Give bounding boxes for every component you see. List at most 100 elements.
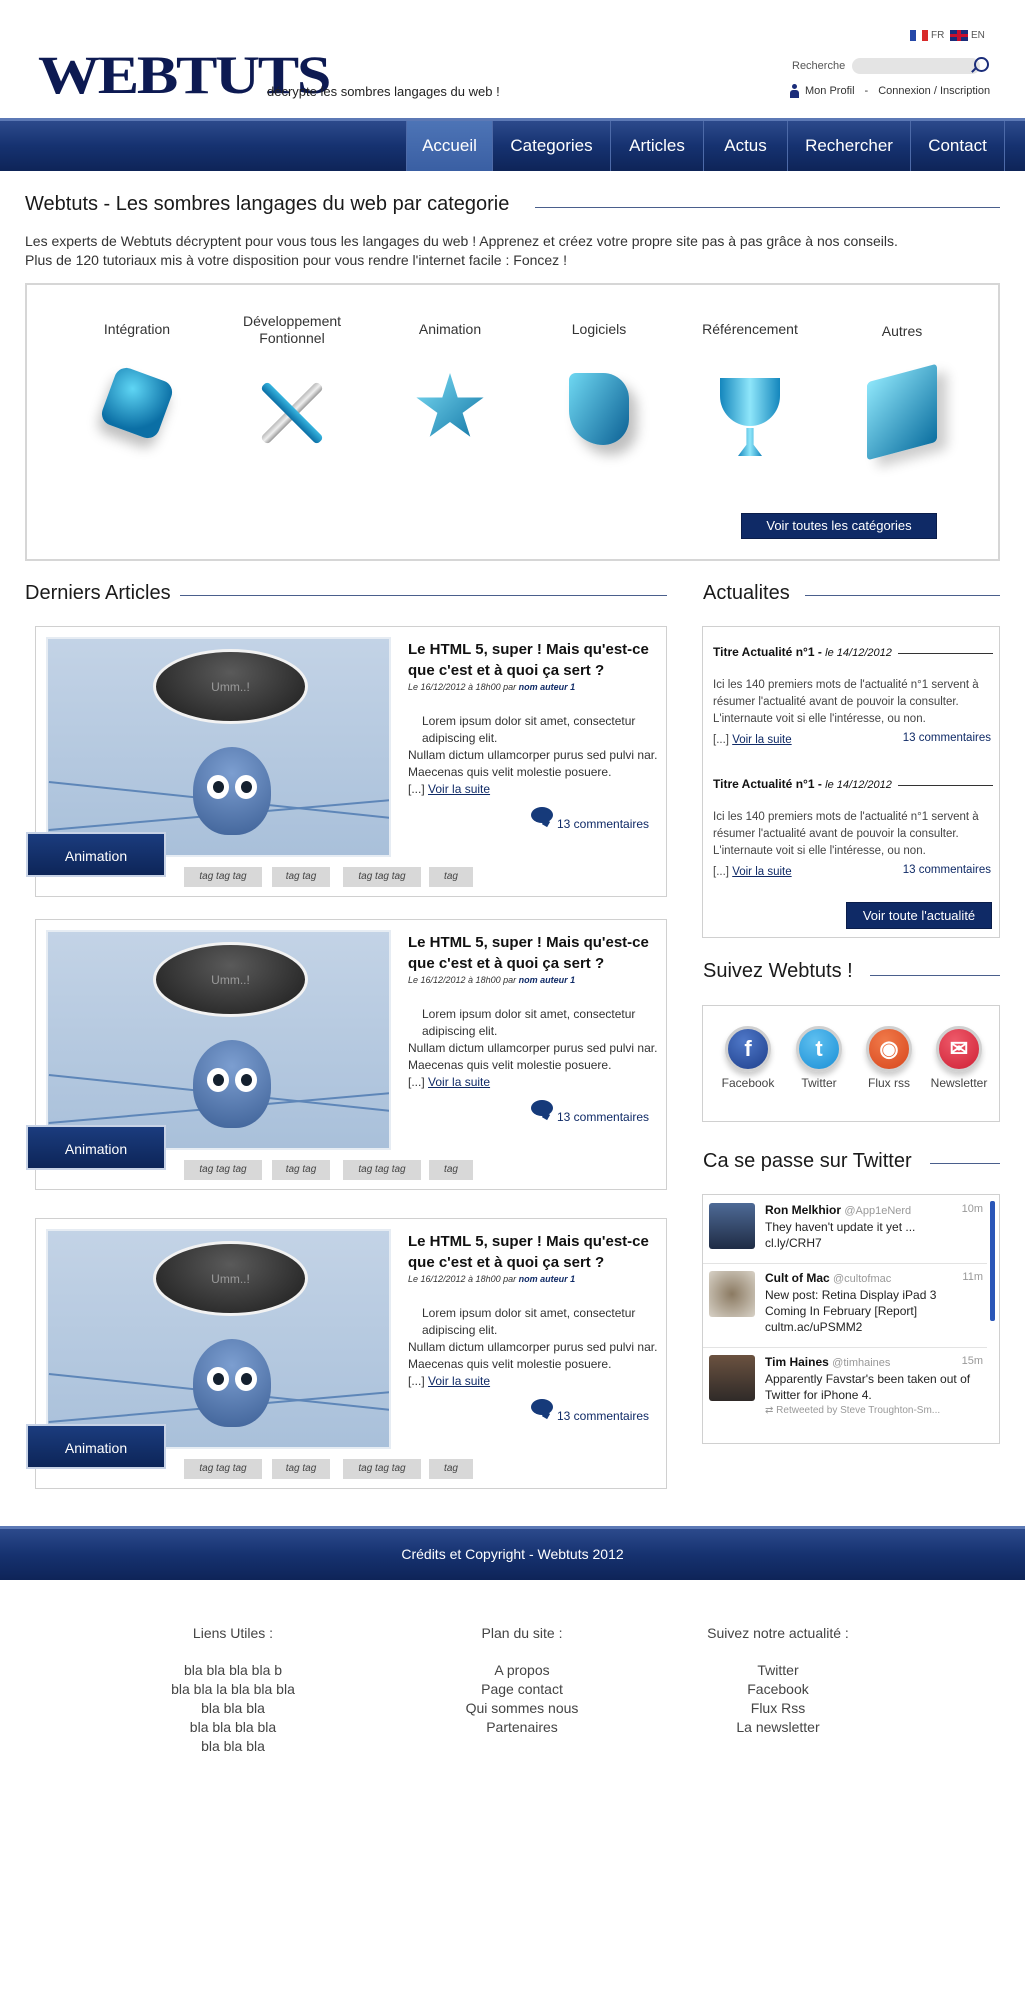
tag[interactable]: tag tag tag	[184, 867, 262, 887]
tag[interactable]: tag tag tag	[343, 1459, 421, 1479]
comments-link[interactable]: 13 commentaires	[903, 864, 991, 876]
tag[interactable]: tag tag	[272, 867, 330, 887]
nav-actus[interactable]: Actus	[703, 121, 787, 171]
social-label: Twitter	[801, 1076, 837, 1090]
article-title[interactable]: Le HTML 5, super ! Mais qu'est-ce que c'…	[408, 639, 658, 681]
social-rss[interactable]: ◉ Flux rss	[855, 1026, 923, 1090]
article-image[interactable]: Umm..!	[46, 1229, 391, 1449]
footer-link[interactable]: Partenaires	[402, 1718, 642, 1737]
tweet[interactable]: Tim Haines @timhaines 15m Apparently Fav…	[709, 1355, 985, 1435]
footer-link[interactable]: Facebook	[658, 1680, 898, 1699]
feed-scrollbar[interactable]	[990, 1201, 995, 1321]
profile-link[interactable]: Mon Profil	[805, 85, 855, 97]
category-autres[interactable]: Autres	[837, 313, 967, 463]
flag-en-icon	[950, 30, 968, 41]
category-referencement[interactable]: Référencement	[685, 313, 815, 463]
tag[interactable]: tag tag tag	[343, 1160, 421, 1180]
avatar	[709, 1271, 755, 1317]
nav-categories[interactable]: Categories	[492, 121, 610, 171]
read-more-link[interactable]: Voir la suite	[428, 1374, 490, 1388]
footer-link[interactable]: La newsletter	[658, 1718, 898, 1737]
social-label: Facebook	[721, 1076, 775, 1090]
social-twitter[interactable]: t Twitter	[785, 1026, 853, 1090]
news-title[interactable]: Titre Actualité n°1 - le 14/12/2012	[713, 645, 892, 659]
tag[interactable]: tag	[429, 867, 473, 887]
footer-link[interactable]: bla bla bla	[113, 1699, 353, 1718]
search-input[interactable]	[852, 58, 980, 74]
search-label: Recherche	[792, 60, 846, 72]
read-more-link[interactable]: Voir la suite	[732, 866, 791, 878]
read-more-link[interactable]: Voir la suite	[732, 734, 791, 746]
nav-articles[interactable]: Articles	[610, 121, 703, 171]
tag[interactable]: tag tag tag	[184, 1160, 262, 1180]
footer-link[interactable]: bla bla la bla bla bla	[113, 1680, 353, 1699]
article-title[interactable]: Le HTML 5, super ! Mais qu'est-ce que c'…	[408, 932, 658, 974]
comments-link[interactable]: 13 commentaires	[557, 1110, 649, 1124]
category-badge[interactable]: Animation	[26, 832, 166, 877]
footer-link[interactable]: Twitter	[658, 1661, 898, 1680]
retweet-note: ⇄ Retweeted by Steve Troughton-Sm...	[765, 1405, 941, 1416]
intro-title: Webtuts - Les sombres langages du web pa…	[25, 193, 510, 215]
tweet-text: They haven't update it yet ... cl.ly/CRH…	[765, 1220, 916, 1250]
lang-en[interactable]: EN	[950, 30, 985, 41]
category-integration[interactable]: Intégration	[72, 313, 202, 463]
shield-icon	[559, 373, 639, 463]
article-image[interactable]: Umm..!	[46, 637, 391, 857]
footer-link[interactable]: A propos	[402, 1661, 642, 1680]
tweet-author: Cult of Mac @cultofmac	[765, 1271, 892, 1285]
news-title[interactable]: Titre Actualité n°1 - le 14/12/2012	[713, 777, 892, 791]
social-label: Newsletter	[930, 1076, 988, 1090]
footer-link[interactable]: Qui sommes nous	[402, 1699, 642, 1718]
comments-link[interactable]: 13 commentaires	[903, 732, 991, 744]
tweet[interactable]: Ron Melkhior @App1eNerd 10m They haven't…	[709, 1203, 985, 1253]
all-categories-button[interactable]: Voir toutes les catégories	[741, 513, 937, 539]
footer-link[interactable]: bla bla bla bla b	[113, 1661, 353, 1680]
nav-rechercher[interactable]: Rechercher	[787, 121, 910, 171]
author-link[interactable]: nom auteur 1	[519, 682, 576, 692]
lang-fr[interactable]: FR	[910, 30, 944, 41]
footer-link[interactable]: Flux Rss	[658, 1699, 898, 1718]
tools-icon	[242, 373, 342, 463]
category-badge[interactable]: Animation	[26, 1424, 166, 1469]
news-excerpt: Ici les 140 premiers mots de l'actualité…	[713, 679, 979, 725]
header: WEBTUTS décrypte les sombres langages du…	[0, 0, 1025, 118]
comments-link[interactable]: 13 commentaires	[557, 1409, 649, 1423]
author-link[interactable]: nom auteur 1	[519, 1274, 576, 1284]
read-more-link[interactable]: Voir la suite	[428, 782, 490, 796]
author-link[interactable]: nom auteur 1	[519, 975, 576, 985]
tag[interactable]: tag tag	[272, 1160, 330, 1180]
article-title[interactable]: Le HTML 5, super ! Mais qu'est-ce que c'…	[408, 1231, 658, 1273]
nav-contact[interactable]: Contact	[910, 121, 1005, 171]
search-icon[interactable]	[974, 57, 989, 72]
tag[interactable]: tag tag	[272, 1459, 330, 1479]
tweet[interactable]: Cult of Mac @cultofmac 11m New post: Ret…	[709, 1271, 985, 1341]
tag[interactable]: tag tag tag	[184, 1459, 262, 1479]
footer-link[interactable]: Page contact	[402, 1680, 642, 1699]
divider	[898, 785, 993, 786]
login-link[interactable]: Connexion / Inscription	[878, 85, 990, 97]
category-developpement[interactable]: Développement Fontionnel	[227, 313, 357, 463]
category-animation[interactable]: Animation	[385, 313, 515, 463]
divider	[898, 653, 993, 654]
tag[interactable]: tag tag tag	[343, 867, 421, 887]
read-more-link[interactable]: Voir la suite	[428, 1075, 490, 1089]
social-facebook[interactable]: f Facebook	[714, 1026, 782, 1090]
footer-link[interactable]: bla bla bla	[113, 1737, 353, 1756]
category-badge[interactable]: Animation	[26, 1125, 166, 1170]
category-label: Autres	[881, 323, 923, 339]
nav-accueil[interactable]: Accueil	[406, 121, 492, 171]
social-newsletter[interactable]: ✉ Newsletter	[925, 1026, 993, 1090]
twitter-feed[interactable]: Ron Melkhior @App1eNerd 10m They haven't…	[702, 1194, 1000, 1444]
footer-link[interactable]: bla bla bla bla	[113, 1718, 353, 1737]
category-logiciels[interactable]: Logiciels	[534, 313, 664, 463]
comments-link[interactable]: 13 commentaires	[557, 817, 649, 831]
article-image[interactable]: Umm..!	[46, 930, 391, 1150]
tag[interactable]: tag	[429, 1160, 473, 1180]
all-news-button[interactable]: Voir toute l'actualité	[846, 902, 992, 929]
footer-col-title: Liens Utiles :	[192, 1625, 274, 1641]
footer-col-title: Suivez notre actualité :	[707, 1625, 849, 1641]
tag[interactable]: tag	[429, 1459, 473, 1479]
separator: -	[864, 85, 869, 97]
footer-col-title: Plan du site :	[481, 1625, 563, 1641]
intro-text: Les experts de Webtuts décryptent pour v…	[25, 232, 985, 270]
